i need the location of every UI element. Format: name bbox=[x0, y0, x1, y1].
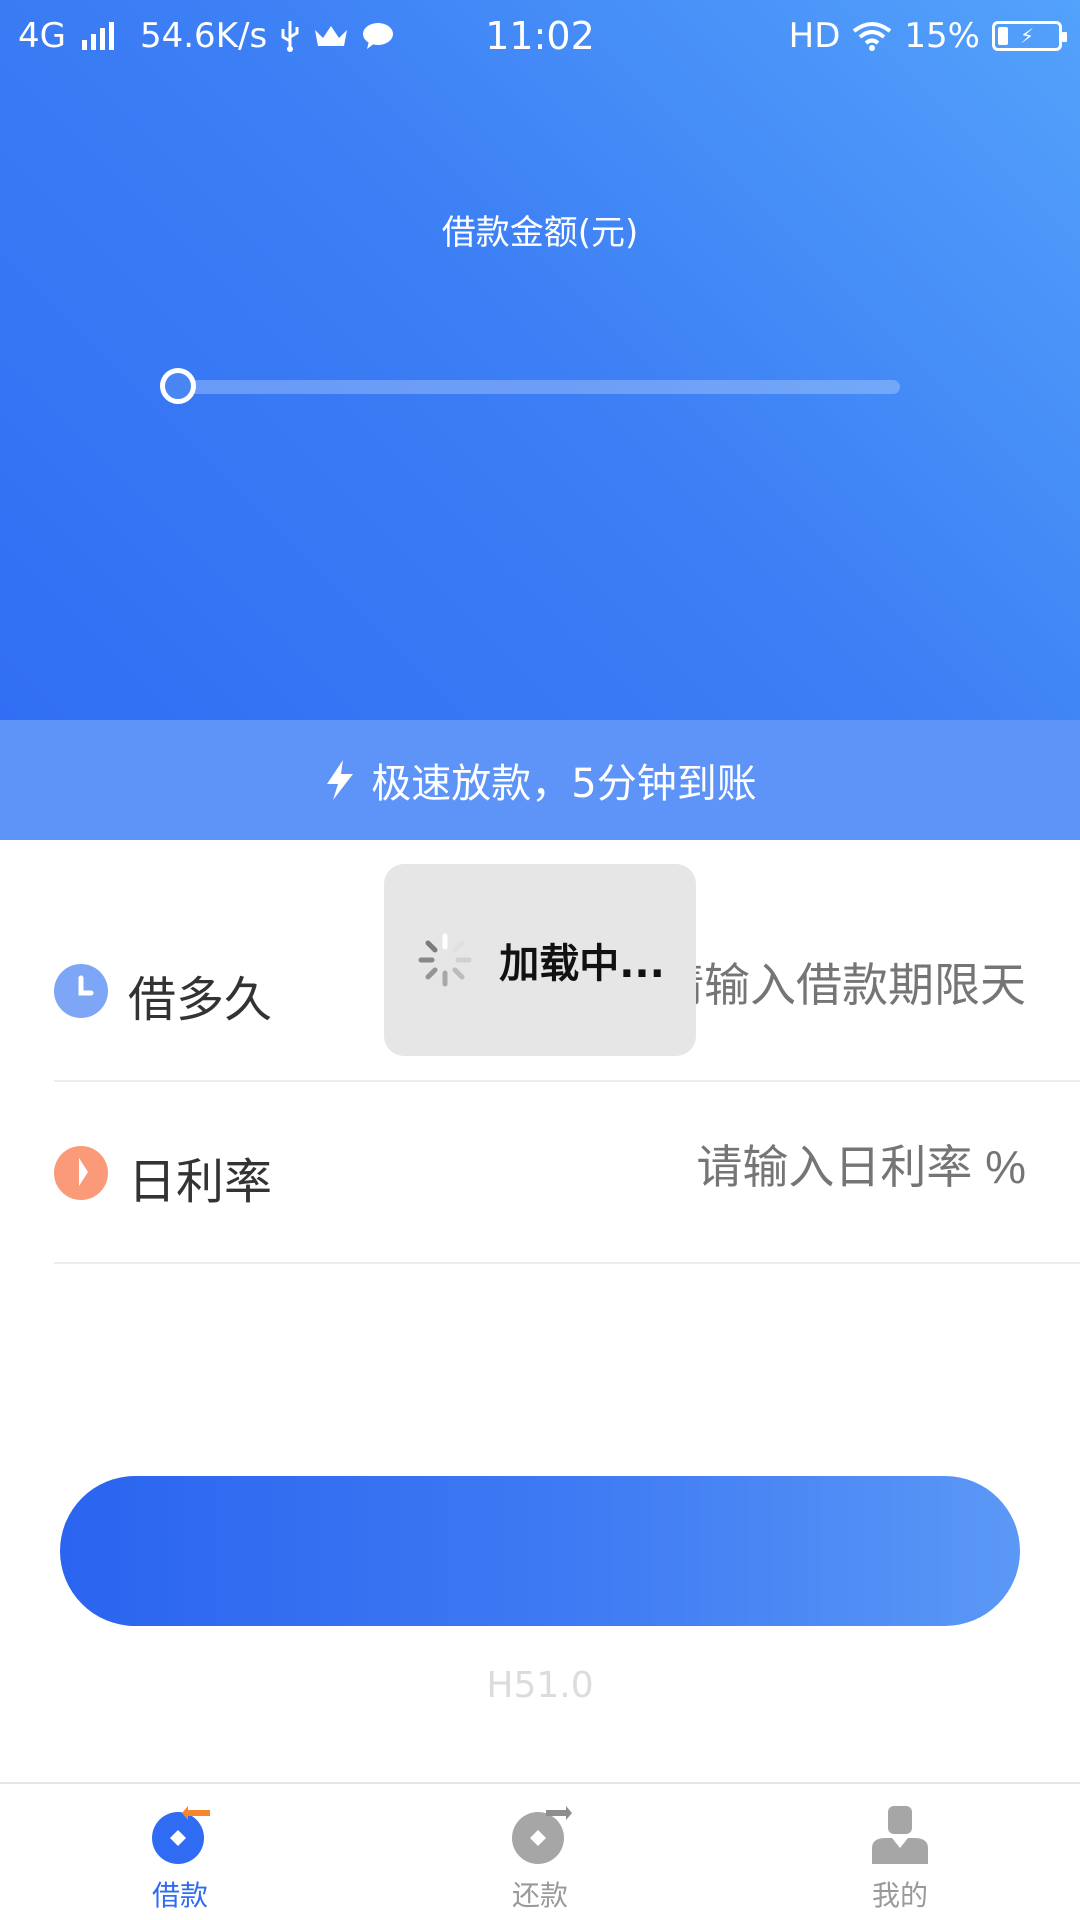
battery-percent: 15% bbox=[904, 16, 980, 56]
promo-text: 极速放款，5分钟到账 bbox=[371, 761, 757, 807]
spinner-icon bbox=[418, 933, 472, 987]
tab-repay-label: 还款 bbox=[511, 1879, 568, 1912]
daily-rate-row[interactable]: 日利率 bbox=[54, 1082, 1080, 1264]
hd-indicator: HD bbox=[788, 16, 841, 56]
battery-icon: ⚡ bbox=[992, 21, 1067, 51]
clock-icon bbox=[54, 964, 108, 1018]
tab-profile-label: 我的 bbox=[871, 1879, 928, 1912]
amount-slider-thumb[interactable] bbox=[160, 368, 196, 404]
loading-toast: 加载中... bbox=[384, 864, 696, 1056]
loading-text: 加载中... bbox=[499, 941, 665, 987]
profile-icon bbox=[872, 1806, 928, 1864]
tab-profile[interactable]: 我的 bbox=[800, 1784, 1000, 1920]
status-right: HD 15% ⚡ bbox=[788, 16, 1067, 56]
loan-term-label: 借多久 bbox=[128, 972, 273, 1028]
repay-icon bbox=[512, 1806, 572, 1864]
amount-label: 借款金额(元) bbox=[441, 213, 639, 253]
tab-repay[interactable]: 还款 bbox=[440, 1784, 640, 1920]
rate-icon bbox=[54, 1146, 108, 1200]
hero-banner: 4G 54.6K/s 11:02 HD 15% ⚡ 借款金额(元) bbox=[0, 0, 1080, 840]
daily-rate-input[interactable] bbox=[506, 1140, 1026, 1194]
tab-bar: 借款 还款 我的 bbox=[0, 1782, 1080, 1920]
lightning-icon bbox=[327, 760, 354, 800]
apply-button[interactable] bbox=[60, 1476, 1020, 1626]
amount-slider-track[interactable] bbox=[178, 380, 900, 394]
wifi-icon bbox=[853, 22, 892, 51]
status-bar: 4G 54.6K/s 11:02 HD 15% ⚡ bbox=[0, 0, 1080, 76]
promo-banner: 极速放款，5分钟到账 bbox=[0, 720, 1080, 840]
tab-borrow-label: 借款 bbox=[151, 1879, 208, 1912]
borrow-icon bbox=[152, 1806, 210, 1864]
tab-borrow[interactable]: 借款 bbox=[80, 1784, 280, 1920]
version-label: H51.0 bbox=[486, 1665, 594, 1706]
daily-rate-label: 日利率 bbox=[128, 1154, 273, 1210]
